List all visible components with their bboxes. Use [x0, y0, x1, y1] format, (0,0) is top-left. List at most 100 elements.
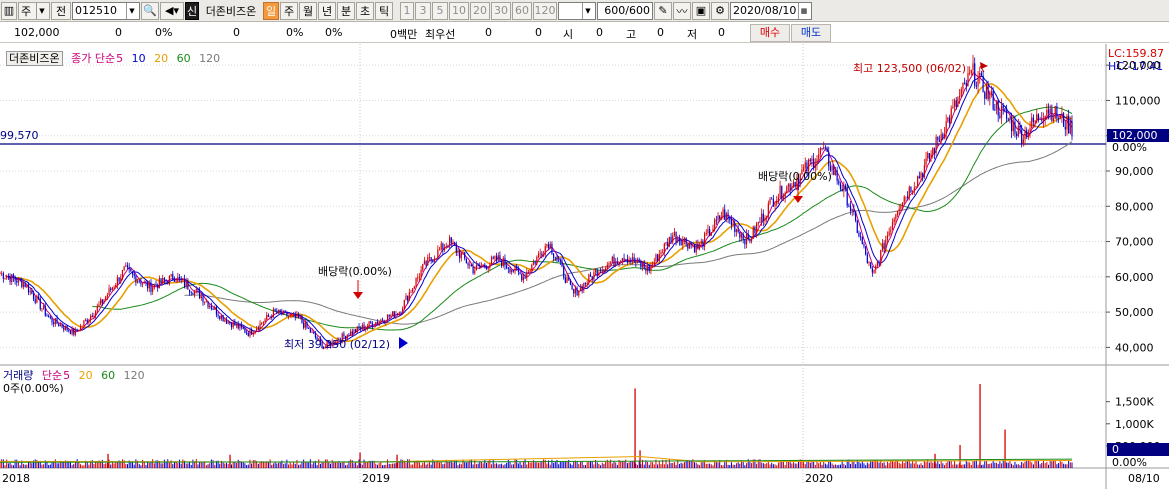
volume-bar [219, 463, 221, 468]
price-volume-chart[interactable]: 99,570 최고 123,500 (06/02) 최저 39,250 (02/… [0, 44, 1169, 489]
volume-bar [19, 465, 21, 468]
candle-body [417, 277, 419, 279]
credit-badge[interactable]: 신 [185, 1, 199, 20]
period-tick[interactable]: 틱 [375, 1, 393, 20]
search-icon[interactable]: 🔍 [141, 1, 159, 20]
interval-30[interactable]: 30 [491, 1, 511, 20]
candle-body [157, 285, 159, 289]
candle-body [457, 250, 459, 253]
price-legend-name[interactable]: 더존비즈온 [6, 51, 63, 66]
candle-body [433, 259, 436, 263]
chart-area[interactable]: 99,570 최고 123,500 (06/02) 최저 39,250 (02/… [0, 44, 1169, 489]
period-week[interactable]: 주 [280, 1, 298, 20]
chevron-down-icon[interactable]: ▼ [582, 2, 593, 19]
interval-1[interactable]: 1 [400, 1, 414, 20]
interval-5[interactable]: 5 [432, 1, 448, 20]
volume-bar [1041, 462, 1043, 468]
period-month[interactable]: 월 [299, 1, 317, 20]
prev-button[interactable]: 전 [51, 1, 71, 20]
volume-bar [81, 465, 83, 468]
candle-body [148, 282, 150, 289]
gear-icon[interactable]: ⚙ [711, 1, 729, 20]
indicator-icon[interactable]: 〰 [673, 1, 691, 20]
candle-body [935, 136, 937, 154]
candle-body [115, 285, 117, 288]
volume-bar [499, 464, 501, 468]
chart-menu-icon[interactable]: ▥ [1, 1, 17, 20]
volume-bar [296, 460, 298, 468]
save-icon[interactable]: ▣ [692, 1, 710, 20]
volume-bar [850, 463, 852, 468]
buy-button[interactable]: 매수 [750, 24, 790, 42]
candle-body [220, 315, 223, 319]
candle-body [861, 237, 863, 245]
volume-bar [819, 461, 821, 468]
candle-body [143, 281, 145, 284]
interval-60[interactable]: 60 [512, 1, 532, 20]
volume-bar [507, 459, 509, 468]
candle-body [673, 231, 676, 236]
candle-body [348, 335, 350, 336]
calendar-icon[interactable]: ▦ [798, 2, 809, 19]
volume-bar [972, 461, 974, 468]
volume-bar [444, 463, 446, 468]
volume-bar [955, 464, 957, 468]
candle-body [93, 315, 95, 318]
interval-10[interactable]: 10 [449, 1, 469, 20]
candle-body [573, 289, 575, 294]
date-input[interactable]: 2020/08/10 ▦ [730, 1, 812, 20]
volume-bar [252, 460, 254, 468]
candle-body [958, 95, 961, 98]
speaker-icon[interactable]: ◀▾ [160, 1, 184, 20]
volume-bar [291, 464, 293, 468]
candle-body [890, 229, 892, 232]
candle-body [566, 277, 568, 283]
interval-20[interactable]: 20 [470, 1, 490, 20]
candle-body [227, 321, 229, 324]
volume-bar [586, 462, 588, 468]
custom-interval-input[interactable]: ▼ [558, 1, 596, 20]
candle-body [113, 287, 115, 288]
drawing-tool-icon[interactable]: ✎ [654, 1, 672, 20]
period-second[interactable]: 초 [356, 1, 374, 20]
candle-body [925, 158, 927, 166]
candle-body [110, 288, 112, 290]
candle-body [155, 284, 157, 286]
candle-body [749, 239, 751, 242]
volume-bar [652, 462, 654, 468]
period-day[interactable]: 일 [263, 1, 279, 20]
sell-button[interactable]: 매도 [791, 24, 831, 42]
volume-bar [246, 465, 248, 468]
interval-120[interactable]: 120 [533, 1, 557, 20]
count-input[interactable]: 600/600 [597, 1, 653, 20]
volume-bar [449, 461, 451, 468]
period-minute[interactable]: 분 [337, 1, 355, 20]
candle-body [626, 259, 629, 263]
period-type-select[interactable]: 주 ▼ [18, 1, 50, 20]
candle-body [1036, 114, 1038, 121]
candle-body [1063, 113, 1065, 127]
candle-body [393, 311, 395, 318]
volume-bar [494, 463, 496, 468]
price-tick-label: 50,000 [1115, 306, 1154, 319]
period-year[interactable]: 년 [318, 1, 336, 20]
volume-bar [393, 463, 395, 468]
candle-body [569, 279, 571, 285]
candle-body [662, 252, 664, 254]
interval-3[interactable]: 3 [415, 1, 431, 20]
candle-body [838, 180, 840, 184]
volume-bar [949, 460, 951, 468]
low-annotation: 최저 39,250 (02/12) [284, 338, 390, 351]
chevron-down-icon[interactable]: ▼ [126, 2, 137, 19]
stock-code-input[interactable]: 012510 ▼ [72, 1, 140, 20]
candle-body [660, 252, 662, 255]
candle-body [135, 275, 137, 283]
volume-spike-bar [959, 445, 961, 468]
volume-bar [905, 461, 907, 468]
volume-bar [200, 462, 202, 468]
candle-body [692, 245, 694, 246]
volume-bar [885, 465, 887, 468]
volume-bar [667, 464, 669, 468]
candle-body [178, 276, 181, 279]
volume-bar [22, 464, 24, 468]
